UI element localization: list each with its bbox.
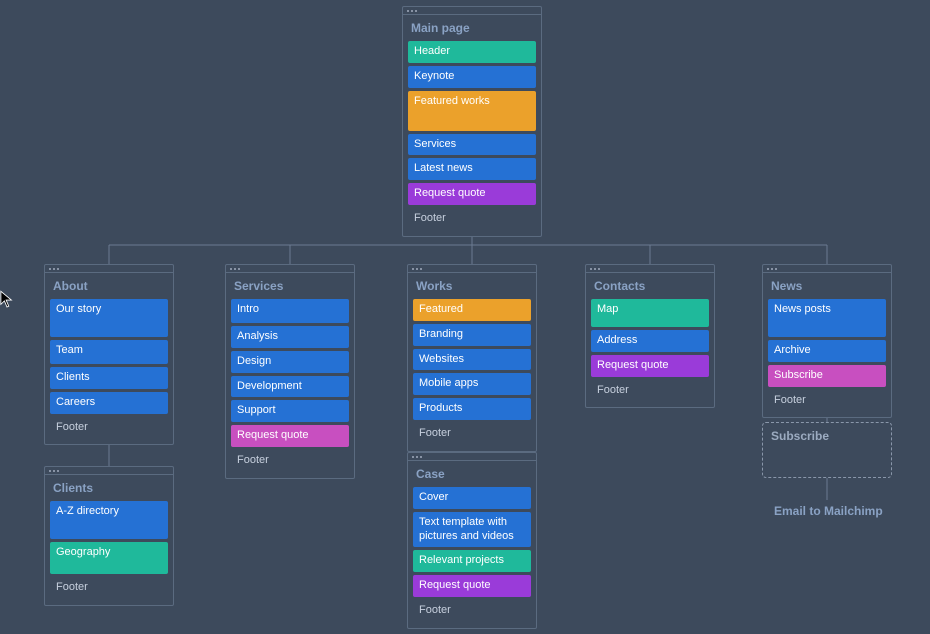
section-block[interactable]: Analysis <box>231 326 349 348</box>
drag-handle[interactable] <box>586 265 714 273</box>
section-block[interactable]: Archive <box>768 340 886 362</box>
card-title: Subscribe <box>763 423 891 449</box>
section-block[interactable]: Request quote <box>591 355 709 377</box>
section-block[interactable]: Relevant projects <box>413 550 531 572</box>
drag-handle[interactable] <box>408 265 536 273</box>
section-block[interactable]: Featured <box>413 299 531 321</box>
sitemap-card-works[interactable]: Works Featured Branding WebsitesMobile app… <box>407 264 537 452</box>
card-title: Main page <box>403 15 541 41</box>
card-title: About <box>45 273 173 299</box>
drag-handle[interactable] <box>45 467 173 475</box>
section-block[interactable]: Branding <box>413 324 531 346</box>
card-title: Clients <box>45 475 173 501</box>
section-block[interactable]: Clients <box>50 367 168 389</box>
sitemap-card-main-page[interactable]: Main page Header Keynote Featured works Ser… <box>402 6 542 237</box>
section-block[interactable]: Mobile apps <box>413 373 531 395</box>
section-block[interactable]: Geography <box>50 542 168 574</box>
section-block[interactable]: Websites <box>413 349 531 371</box>
card-body: Intro Analysis Design DevelopmentSupport Req… <box>226 299 354 478</box>
drag-handle[interactable] <box>408 453 536 461</box>
section-block[interactable]: Careers <box>50 392 168 414</box>
external-note: Email to Mailchimp <box>774 504 883 518</box>
section-block[interactable]: Cover <box>413 487 531 509</box>
section-block[interactable]: Intro <box>231 299 349 323</box>
card-title: Works <box>408 273 536 299</box>
section-block: Footer <box>50 417 168 439</box>
section-block: Footer <box>408 208 536 230</box>
card-body: Our story Team Clients Careers Footer <box>45 299 173 444</box>
card-title: Services <box>226 273 354 299</box>
section-block[interactable]: Team <box>50 340 168 364</box>
cursor-icon <box>0 290 14 310</box>
section-block[interactable]: Support <box>231 400 349 422</box>
card-body: News posts Archive Subscribe Footer <box>763 299 891 417</box>
sitemap-card-contacts[interactable]: Contacts Map Address Request quote Footer <box>585 264 715 408</box>
card-body: Featured Branding WebsitesMobile apps Produ… <box>408 299 536 451</box>
section-block[interactable]: Featured works <box>408 91 536 131</box>
card-title: News <box>763 273 891 299</box>
section-block[interactable]: Address <box>591 330 709 352</box>
sitemap-card-news[interactable]: News News posts Archive Subscribe Footer <box>762 264 892 418</box>
section-block[interactable]: Request quote <box>413 575 531 597</box>
sitemap-card-subscribe[interactable]: Subscribe <box>762 422 892 478</box>
section-block: Footer <box>413 423 531 445</box>
section-block[interactable]: Our story <box>50 299 168 337</box>
card-body: Header Keynote Featured works ServicesLates… <box>403 41 541 236</box>
drag-handle[interactable] <box>763 265 891 273</box>
section-block[interactable]: Header <box>408 41 536 63</box>
section-block: Footer <box>768 390 886 412</box>
section-block[interactable]: Map <box>591 299 709 327</box>
section-block[interactable]: Design <box>231 351 349 373</box>
card-body: A-Z directoryGeography Footer <box>45 501 173 605</box>
sitemap-card-about[interactable]: About Our story Team Clients Careers Footer <box>44 264 174 445</box>
section-block[interactable]: Subscribe <box>768 365 886 387</box>
drag-handle[interactable] <box>45 265 173 273</box>
drag-handle[interactable] <box>403 7 541 15</box>
drag-handle[interactable] <box>226 265 354 273</box>
sitemap-card-clients[interactable]: Clients A-Z directoryGeography Footer <box>44 466 174 606</box>
sitemap-card-services[interactable]: Services Intro Analysis Design DevelopmentS… <box>225 264 355 479</box>
section-block[interactable]: Text template with pictures and videos <box>413 512 531 548</box>
section-block[interactable]: Latest news <box>408 158 536 180</box>
card-title: Contacts <box>586 273 714 299</box>
section-block[interactable]: A-Z directory <box>50 501 168 539</box>
section-block[interactable]: News posts <box>768 299 886 337</box>
section-block[interactable]: Keynote <box>408 66 536 88</box>
card-body: Cover Text template with pictures and vid… <box>408 487 536 628</box>
section-block: Footer <box>591 380 709 402</box>
card-title: Case <box>408 461 536 487</box>
card-body: Map Address Request quote Footer <box>586 299 714 407</box>
section-block[interactable]: Services <box>408 134 536 156</box>
section-block[interactable]: Development <box>231 376 349 398</box>
section-block[interactable]: Products <box>413 398 531 420</box>
section-block: Footer <box>413 600 531 622</box>
section-block: Footer <box>50 577 168 599</box>
section-block[interactable]: Request quote <box>408 183 536 205</box>
section-block[interactable]: Request quote <box>231 425 349 447</box>
section-block: Footer <box>231 450 349 472</box>
sitemap-card-case[interactable]: Case Cover Text template with pictures an… <box>407 452 537 629</box>
